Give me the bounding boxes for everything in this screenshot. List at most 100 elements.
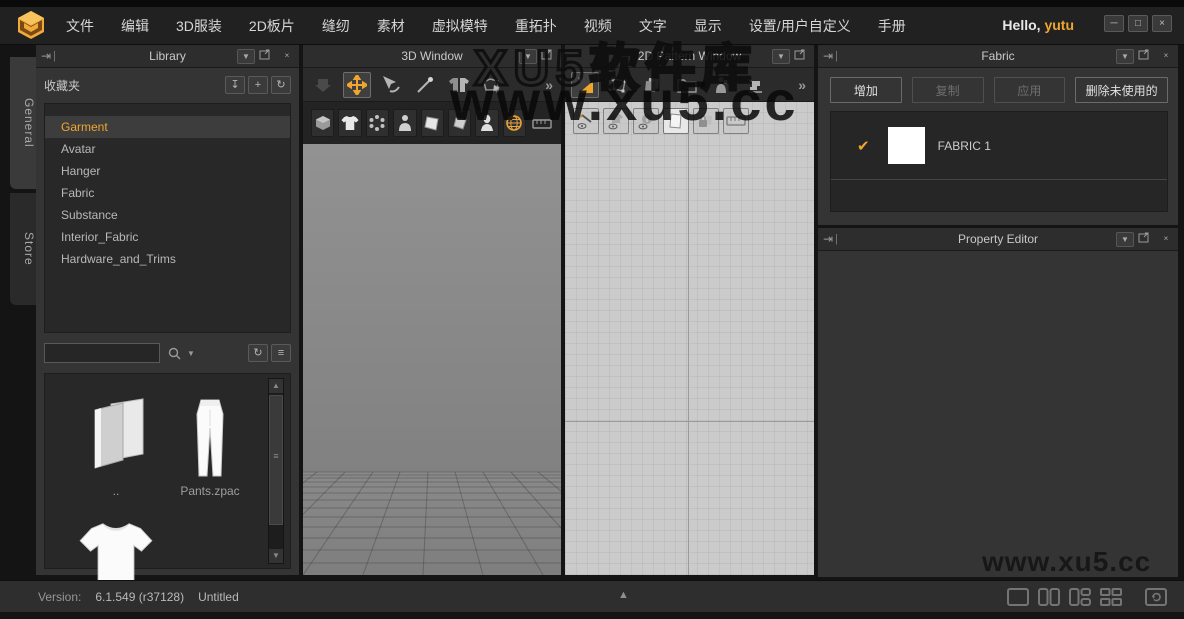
fabric-add-button[interactable]: 增加 [830, 77, 902, 103]
edit-pattern-tool-icon[interactable] [605, 72, 633, 98]
show-pattern-piece-icon[interactable] [663, 108, 689, 134]
add-favorite-icon[interactable]: + [248, 76, 268, 94]
show-ruler-icon[interactable] [723, 108, 749, 134]
library-item-hardware-and-trims[interactable]: Hardware_and_Trims [45, 248, 290, 270]
view-mode-icon[interactable]: ≡ [271, 344, 291, 362]
scroll-up-icon[interactable]: ▲ [269, 379, 283, 393]
sewing-machine-icon[interactable] [741, 72, 769, 98]
pin-tool-icon[interactable] [411, 72, 439, 98]
statusbar-collapse-icon[interactable]: ▲ [618, 589, 629, 601]
3d-popout-icon[interactable] [541, 49, 557, 64]
show-globe-icon[interactable] [502, 109, 526, 137]
scroll-down-icon[interactable]: ▼ [269, 549, 283, 563]
2d-viewport[interactable]: i [565, 102, 814, 575]
layout-quad-icon[interactable] [1098, 586, 1123, 607]
menu-settings[interactable]: 设置/用户自定义 [749, 16, 851, 36]
file-pants[interactable]: Pants.zpac [163, 396, 257, 498]
menu-avatar[interactable]: 虚拟模特 [432, 16, 488, 36]
gizmo-dropdown-icon[interactable] [309, 72, 337, 98]
3d-dropdown-icon[interactable]: ▼ [519, 48, 537, 64]
show-3d-box-icon[interactable] [311, 109, 335, 137]
search-input[interactable] [44, 343, 160, 363]
import-icon[interactable]: ↧ [225, 76, 245, 94]
show-particle-icon[interactable] [365, 109, 390, 137]
library-close-icon[interactable]: × [279, 49, 295, 64]
scrollbar-thumb[interactable]: ≡ [269, 395, 283, 525]
2d-dropdown-icon[interactable]: ▼ [772, 48, 790, 64]
fabric-dropdown-icon[interactable]: ▼ [1116, 48, 1134, 64]
close-button[interactable]: × [1152, 15, 1172, 32]
3d-window-panel: 3D Window ▼ » [303, 45, 561, 575]
3d-toolbar-overflow-icon[interactable]: » [545, 77, 553, 93]
library-item-hanger[interactable]: Hanger [45, 160, 290, 182]
show-cloth1-icon[interactable] [420, 109, 444, 137]
fabric-popout-icon[interactable] [1138, 49, 1154, 64]
menu-sewing[interactable]: 缝纫 [322, 16, 350, 36]
showhide-garment-icon[interactable] [479, 72, 507, 98]
svg-text:i: i [646, 115, 648, 124]
tab-general[interactable]: General [10, 57, 36, 189]
show-bust-icon[interactable] [475, 109, 499, 137]
menu-2d-pattern[interactable]: 2D板片 [249, 16, 295, 36]
username[interactable]: yutu [1044, 17, 1074, 33]
refresh-favorites-icon[interactable]: ↻ [271, 76, 291, 94]
library-item-avatar[interactable]: Avatar [45, 138, 290, 160]
menu-retopology[interactable]: 重拓扑 [515, 16, 557, 36]
property-dropdown-icon[interactable]: ▼ [1116, 231, 1134, 247]
show-avatar-icon[interactable] [393, 109, 417, 137]
favorites-label: 收藏夹 [44, 78, 81, 93]
property-editor-panel: ⇥ | Property Editor ▼ × [818, 228, 1178, 577]
file-parent-folder[interactable]: .. [69, 396, 163, 498]
show-tape-icon[interactable] [530, 110, 553, 136]
avatar-2d-icon[interactable] [707, 72, 735, 98]
fabric-close-icon[interactable]: × [1158, 49, 1174, 64]
transform-pattern-tool-icon[interactable] [571, 71, 599, 98]
maximize-button[interactable]: □ [1128, 15, 1148, 32]
layout-reset-icon[interactable] [1143, 586, 1168, 607]
2d-popout-icon[interactable] [794, 49, 810, 64]
layout-two-column-icon[interactable] [1036, 586, 1061, 607]
show-cloth2-icon[interactable] [447, 109, 472, 137]
tab-store[interactable]: Store [10, 193, 36, 305]
copy-pattern-icon[interactable] [639, 72, 667, 98]
fold-arrangement-icon[interactable] [445, 72, 473, 98]
menu-3d-garment[interactable]: 3D服装 [176, 16, 222, 36]
search-icon[interactable] [168, 347, 181, 360]
fabric-apply-button[interactable]: 应用 [993, 77, 1066, 103]
library-item-interior-fabric[interactable]: Interior_Fabric [45, 226, 290, 248]
show-seamline-icon[interactable] [573, 108, 599, 134]
show-pattern-eye-icon[interactable] [603, 108, 629, 134]
select-tool-icon[interactable] [377, 72, 405, 98]
property-close-icon[interactable]: × [1158, 232, 1174, 247]
library-dropdown-icon[interactable]: ▼ [237, 48, 255, 64]
minimize-button[interactable]: ─ [1104, 15, 1124, 32]
layout-single-icon[interactable] [1005, 586, 1030, 607]
property-popout-icon[interactable] [1138, 232, 1154, 247]
menu-edit[interactable]: 编辑 [121, 16, 149, 36]
lock-pattern-icon[interactable] [693, 108, 719, 134]
search-options-icon[interactable]: ▼ [187, 349, 195, 358]
move-tool-icon[interactable] [343, 71, 371, 98]
menu-video[interactable]: 视频 [584, 16, 612, 36]
2d-toolbar-overflow-icon[interactable]: » [798, 77, 806, 93]
menu-display[interactable]: 显示 [694, 16, 722, 36]
show-garment-icon[interactable] [338, 109, 362, 137]
layout-mixed-icon[interactable] [1067, 586, 1092, 607]
fabric-swatch[interactable] [887, 127, 925, 164]
fabric-list-item[interactable]: ✔ FABRIC 1 [831, 112, 1167, 180]
library-item-fabric[interactable]: Fabric [45, 182, 290, 204]
library-item-garment[interactable]: Garment [45, 116, 290, 138]
folder-icon[interactable] [673, 72, 701, 98]
3d-viewport[interactable] [303, 144, 561, 575]
library-popout-icon[interactable] [259, 49, 275, 64]
file-scrollbar[interactable]: ▲ ≡ ▼ [268, 378, 284, 564]
refresh-files-icon[interactable]: ↻ [248, 344, 268, 362]
fabric-copy-button[interactable]: 复制 [911, 77, 984, 103]
library-item-substance[interactable]: Substance [45, 204, 290, 226]
menu-text[interactable]: 文字 [639, 16, 667, 36]
show-info-eye-icon[interactable]: i [633, 108, 659, 134]
menu-material[interactable]: 素材 [377, 16, 405, 36]
fabric-delete-unused-button[interactable]: 删除未使用的 [1075, 77, 1168, 103]
menu-file[interactable]: 文件 [66, 16, 94, 36]
menu-manual[interactable]: 手册 [878, 16, 906, 36]
